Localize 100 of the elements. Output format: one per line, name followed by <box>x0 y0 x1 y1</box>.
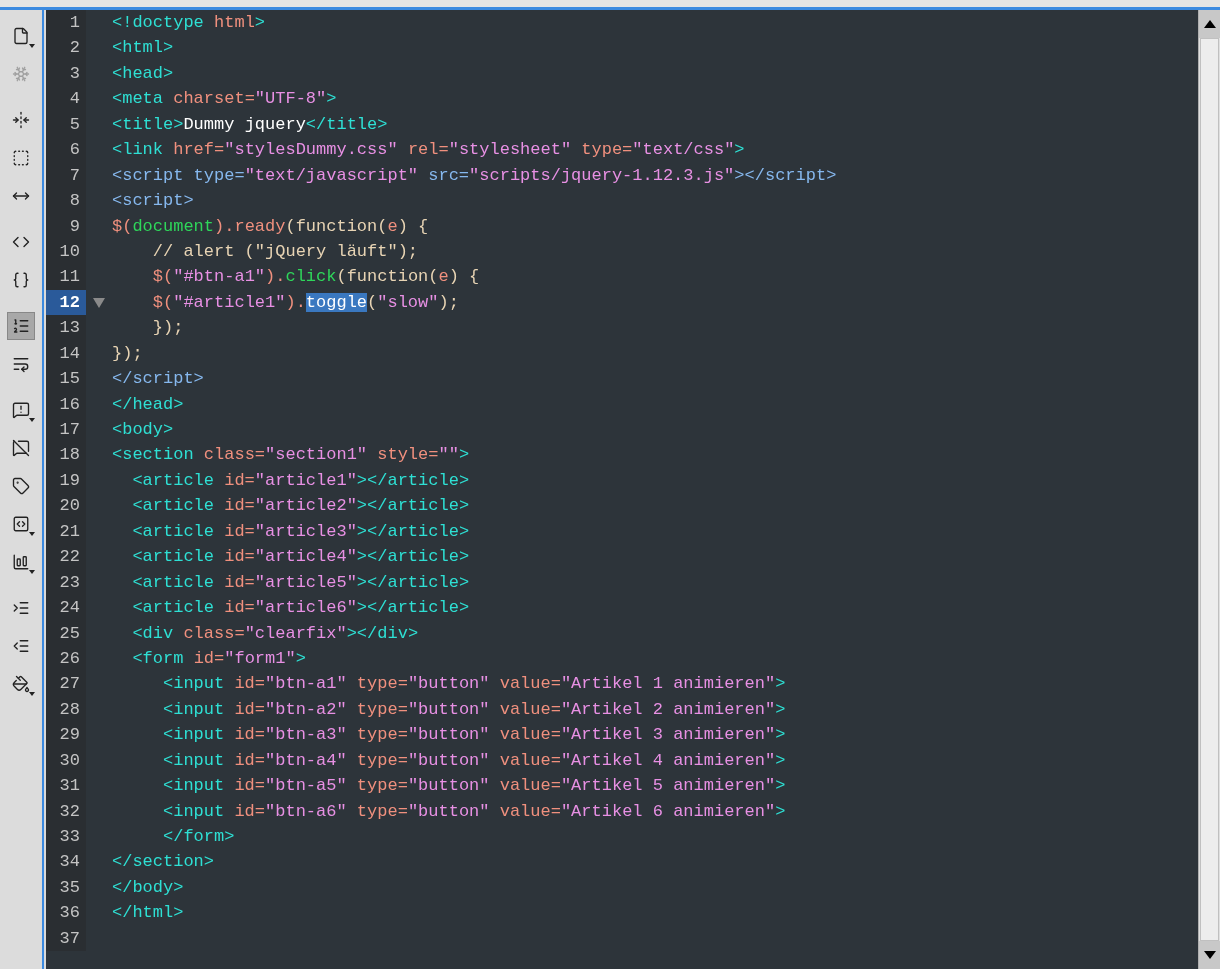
code-line: <script> <box>112 190 194 213</box>
line-number: 32 <box>58 800 81 823</box>
line-number: 17 <box>58 419 81 441</box>
code-line: <!doctype html> <box>112 12 266 34</box>
line-number: 20 <box>58 495 81 518</box>
code-line: <input id="btn-a2" type="button" value="Artikel 2 animieren"> <box>162 698 786 721</box>
code-line: <head> <box>112 62 174 85</box>
code-line: <body> <box>112 419 174 441</box>
code-line: <form id="form1"> <box>131 647 306 670</box>
line-number: 12 <box>46 289 86 316</box>
code-line: <article id="article1"></article> <box>131 469 470 492</box>
down-arrow-icon <box>1203 951 1216 959</box>
line-number: 6 <box>68 139 81 162</box>
line-number: 26 <box>58 647 81 670</box>
code-line: <article id="article2"></article> <box>131 495 470 518</box>
code-line: <input id="btn-a3" type="button" value="Artikel 3 animieren"> <box>162 724 786 747</box>
code-line: <html> <box>112 37 174 60</box>
code-line: <input id="btn-a1" type="button" value="Artikel 1 animieren"> <box>162 673 786 696</box>
code-line: <input id="btn-a6" type="button" value="Artikel 6 animieren"> <box>162 800 786 823</box>
line-number: 8 <box>68 190 81 213</box>
code-line: $("#btn-a1").click(function(e) { <box>151 266 480 289</box>
line-number: 9 <box>68 215 81 238</box>
code-line: </script> <box>112 368 204 391</box>
dropdown-caret-icon <box>29 570 35 574</box>
braces-icon <box>12 271 30 289</box>
line-number: 30 <box>58 749 81 772</box>
code-line: <article id="article4"></article> <box>131 546 470 569</box>
scroll-up-button[interactable] <box>1199 10 1220 38</box>
code-line: </form> <box>162 826 235 848</box>
code-line: // alert ("jQuery läuft"); <box>151 240 419 263</box>
line-number: 22 <box>58 546 81 569</box>
dropdown-caret-icon <box>29 532 35 536</box>
code-line: }); <box>151 317 184 340</box>
line-number: 36 <box>58 902 81 925</box>
scroll-down-button[interactable] <box>1199 941 1220 969</box>
code-line: <meta charset="UTF-8"> <box>112 88 337 111</box>
line-number: 25 <box>58 622 81 645</box>
line-number: 28 <box>58 698 81 721</box>
line-number: 18 <box>58 444 81 467</box>
line-number: 1 <box>68 12 81 34</box>
code-line: }); <box>112 342 143 365</box>
code-line: $("#article1").toggle("slow"); <box>151 291 459 314</box>
line-number: 27 <box>58 673 81 696</box>
code-line: </head> <box>112 393 184 416</box>
fold-triangle-icon[interactable] <box>93 297 105 308</box>
line-number: 21 <box>58 520 81 543</box>
code-line: <link href="stylesDummy.css" rel="stylesheet" type="text/css"> <box>112 139 745 162</box>
web-icon <box>12 65 30 83</box>
remove-comment-icon <box>12 439 30 457</box>
code-editor[interactable] <box>46 10 1220 969</box>
line-number: 7 <box>68 164 81 187</box>
collapse-arrows-icon <box>12 111 30 129</box>
code-line: </section> <box>112 851 215 874</box>
dashed-box-icon <box>12 149 30 167</box>
code-line: <title>Dummy jquery</title> <box>112 113 388 136</box>
up-arrow-icon <box>1203 20 1216 28</box>
code-line: <article id="article6"></article> <box>131 597 470 620</box>
dropdown-caret-icon <box>29 692 35 696</box>
blocks-icon <box>12 553 30 571</box>
toolbar-button[interactable] <box>7 312 35 340</box>
line-number: 34 <box>58 851 81 874</box>
code-line: </html> <box>112 902 184 925</box>
line-numbers-icon <box>12 317 30 335</box>
code-line: <div class="clearfix"></div> <box>131 622 419 645</box>
code-line: <section class="section1" style=""> <box>112 444 470 467</box>
line-number: 14 <box>58 342 81 365</box>
code-line: <input id="btn-a4" type="button" value="Artikel 4 animieren"> <box>162 749 786 772</box>
line-number: 16 <box>58 393 81 416</box>
line-number: 5 <box>68 113 81 136</box>
line-number: 33 <box>58 826 81 848</box>
code-box-icon <box>12 515 30 533</box>
code-line: <input id="btn-a5" type="button" value="Artikel 5 animieren"> <box>162 775 786 798</box>
line-number: 3 <box>68 62 81 85</box>
line-number: 2 <box>68 37 81 60</box>
outdent-icon <box>12 637 30 655</box>
dropdown-caret-icon <box>29 418 35 422</box>
line-number: 10 <box>58 240 81 263</box>
file-icon <box>12 27 30 45</box>
line-number: 11 <box>58 266 81 289</box>
wrap-text-icon <box>12 355 30 373</box>
dropdown-caret-icon <box>29 44 35 48</box>
code-line: <script type="text/javascript" src="scripts/jquery-1.12.3.js"></script> <box>112 164 837 187</box>
vertical-scrollbar[interactable] <box>1198 10 1220 969</box>
code-line: $(document).ready(function(e) { <box>112 215 429 238</box>
line-number: 19 <box>58 469 81 492</box>
line-number: 15 <box>58 368 81 391</box>
code-line: <article id="article3"></article> <box>131 520 470 543</box>
line-number: 35 <box>58 876 81 899</box>
line-number: 13 <box>58 317 81 340</box>
line-number: 4 <box>68 88 81 111</box>
line-number: 29 <box>58 724 81 747</box>
line-number: 23 <box>58 571 81 594</box>
code-line: </body> <box>112 876 184 899</box>
tag-icon <box>12 477 30 495</box>
line-number: 37 <box>58 927 81 950</box>
comment-icon <box>12 401 30 419</box>
line-number: 31 <box>58 775 81 798</box>
indent-icon <box>12 599 30 617</box>
scrollbar-thumb[interactable] <box>1200 38 1219 941</box>
code-line: <article id="article5"></article> <box>131 571 470 594</box>
